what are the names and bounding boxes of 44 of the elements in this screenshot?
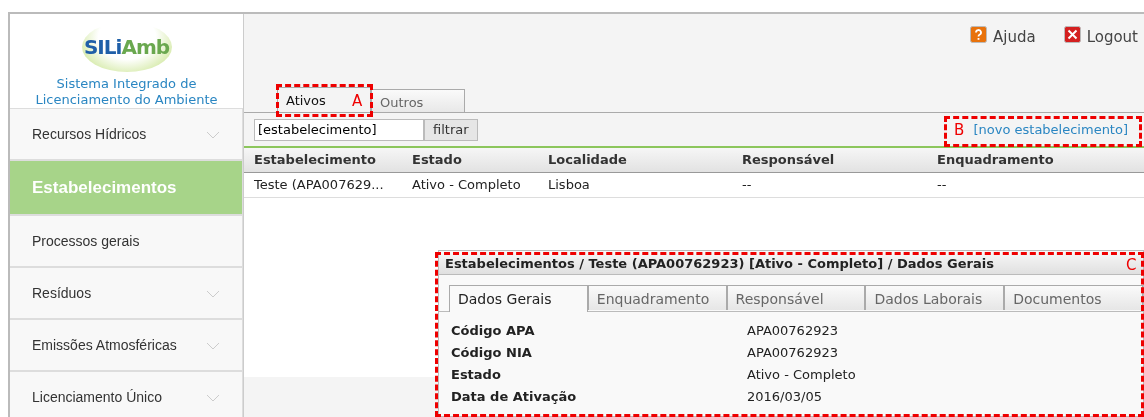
tab[interactable]: Outros bbox=[371, 89, 465, 112]
chevron-down-icon bbox=[206, 393, 220, 402]
sidebar-item[interactable]: Licenciamento Único bbox=[10, 371, 243, 417]
annotation-label: A bbox=[352, 94, 363, 109]
table-cell-text: Ativo - Completo bbox=[411, 176, 522, 195]
column-header: Enquadramento bbox=[936, 151, 1055, 170]
tab[interactable]: Responsável bbox=[726, 285, 866, 310]
column-header: Responsável bbox=[741, 151, 836, 170]
field-label: Data de Ativação bbox=[451, 388, 578, 407]
chevron-down-icon bbox=[206, 341, 220, 350]
field-label: Código NIA bbox=[451, 344, 533, 363]
sidebar-item[interactable]: Resíduos bbox=[10, 267, 243, 319]
close-icon bbox=[1063, 26, 1081, 43]
column-header: Localidade bbox=[547, 151, 628, 170]
logo-subtitle: Sistema Integrado de Licenciamento do Ambiente bbox=[34, 76, 219, 108]
search-field[interactable]: [estabelecimento] bbox=[254, 118, 424, 141]
table-cell-text: -- bbox=[741, 176, 753, 195]
tab[interactable]: Documentos bbox=[1004, 285, 1143, 310]
help-link[interactable]: Ajuda bbox=[993, 26, 1036, 49]
table-cell-text: Teste (APA007629... bbox=[253, 176, 385, 195]
column-header: Estado bbox=[411, 151, 463, 170]
annotation-label: B bbox=[954, 123, 965, 138]
tab[interactable]: Dados Gerais bbox=[449, 285, 588, 312]
field-label: Código APA bbox=[451, 322, 536, 341]
tab[interactable]: Dados Laborais bbox=[865, 285, 1005, 310]
help-icon bbox=[970, 26, 987, 43]
table-cell-text: -- bbox=[936, 176, 948, 195]
table-cell-text: Lisboa bbox=[547, 176, 591, 195]
sidebar-item[interactable]: Processos gerais bbox=[10, 215, 243, 267]
field-value: 2016/03/05 bbox=[747, 388, 822, 407]
field-value: APA00762923 bbox=[747, 344, 838, 363]
sidebar-item[interactable]: Emissões Atmosféricas bbox=[10, 319, 243, 371]
logout-link[interactable]: Logout bbox=[1086, 26, 1138, 49]
annotation-label: C bbox=[1126, 258, 1137, 273]
column-header: Estabelecimento bbox=[253, 151, 377, 170]
field-value: APA00762923 bbox=[747, 322, 838, 341]
chevron-down-icon bbox=[206, 130, 220, 139]
new-establishment-link[interactable]: [novo estabelecimento] bbox=[973, 119, 1128, 140]
tab[interactable]: Enquadramento bbox=[587, 285, 727, 310]
field-label: Estado bbox=[451, 366, 502, 385]
field-value: Ativo - Completo bbox=[747, 366, 856, 385]
filter-button[interactable]: filtrar bbox=[424, 118, 478, 141]
chevron-down-icon bbox=[206, 289, 220, 298]
sidebar-item[interactable]: Recursos Hídricos bbox=[10, 108, 243, 160]
